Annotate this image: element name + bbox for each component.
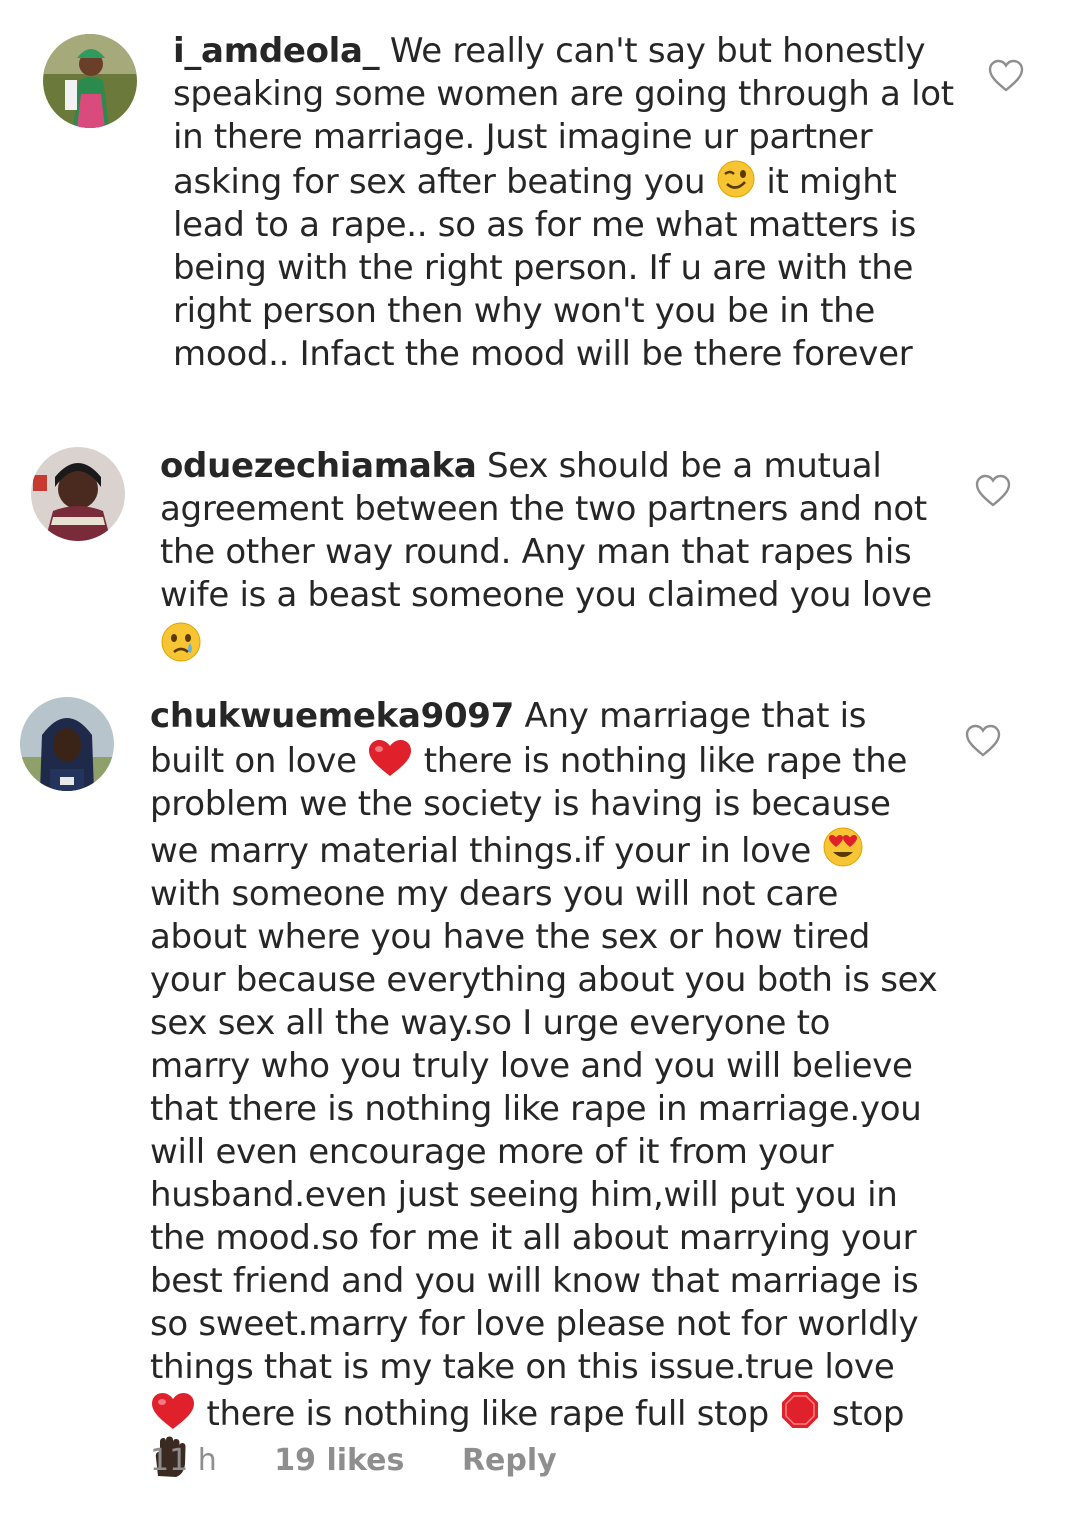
- heart-outline-icon[interactable]: [965, 724, 1001, 758]
- username[interactable]: chukwuemeka9097: [150, 696, 514, 736]
- crying-face-emoji: [161, 622, 201, 662]
- comment-body-continued: there is nothing like rape full stop: [206, 1394, 770, 1434]
- red-heart-emoji: [152, 1393, 194, 1429]
- avatar[interactable]: [31, 447, 125, 541]
- heart-outline-icon[interactable]: [988, 59, 1024, 93]
- red-heart-emoji: [369, 740, 412, 776]
- stop-sign-emoji: [780, 1390, 821, 1430]
- comment-time: 11 h: [150, 1443, 217, 1478]
- avatar[interactable]: [43, 34, 137, 128]
- winking-face-emoji: [717, 160, 755, 198]
- comment-text: chukwuemeka9097 Any marriage that is bui…: [150, 695, 940, 1483]
- likes-count[interactable]: 19 likes: [274, 1443, 404, 1478]
- comment-meta: 11 h 19 likes Reply: [150, 1443, 605, 1478]
- comment-body-continued: with someone my dears you will not care …: [150, 874, 938, 1387]
- heart-outline-icon[interactable]: [975, 474, 1011, 508]
- comment-text: i_amdeola_ We really can't say but hones…: [173, 30, 968, 376]
- username[interactable]: i_amdeola_: [173, 31, 380, 71]
- comment-text: oduezechiamaka Sex should be a mutual ag…: [160, 445, 940, 668]
- comment-body-continued: stop: [831, 1394, 905, 1434]
- reply-button[interactable]: Reply: [462, 1443, 557, 1478]
- heart-eyes-emoji: [823, 827, 863, 867]
- avatar[interactable]: [20, 697, 114, 791]
- username[interactable]: oduezechiamaka: [160, 446, 477, 486]
